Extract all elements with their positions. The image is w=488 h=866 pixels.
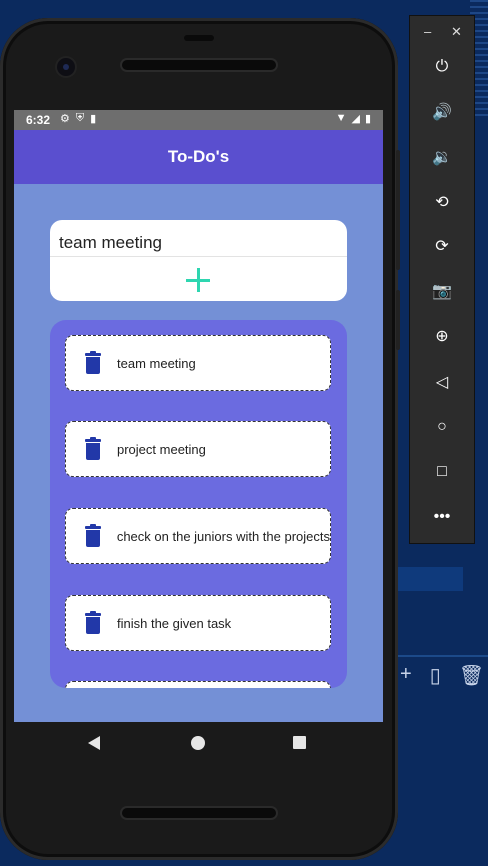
add-icon[interactable]: [186, 268, 212, 294]
home-icon[interactable]: ○: [410, 411, 474, 443]
todo-item[interactable]: team meeting: [65, 335, 331, 391]
input-divider: [50, 256, 347, 257]
phone-bottom-speaker: [122, 808, 276, 818]
app-bar: To-Do's: [14, 130, 383, 184]
todo-item-partial[interactable]: [65, 681, 331, 688]
todo-item[interactable]: check on the juniors with the projects: [65, 508, 331, 564]
volume-up-icon[interactable]: 🔊: [410, 96, 474, 128]
phone-top-speaker: [122, 60, 276, 70]
android-nav-bar: [14, 722, 383, 766]
phone-notch: [184, 35, 214, 41]
nav-back-icon[interactable]: [88, 736, 100, 750]
trash-icon[interactable]: [85, 611, 101, 634]
front-camera: [57, 58, 75, 76]
todo-item[interactable]: finish the given task: [65, 595, 331, 651]
desktop-icon-row: + ▯ 🗑: [400, 663, 484, 688]
back-icon[interactable]: ◁: [410, 366, 474, 398]
signal-icon: ◢: [351, 113, 360, 125]
zoom-icon[interactable]: ⊕: [410, 320, 474, 352]
plus-icon[interactable]: +: [400, 663, 412, 688]
volume-down-icon[interactable]: 🔉: [410, 141, 474, 173]
close-icon[interactable]: ✕: [451, 24, 462, 40]
sd-card-icon: ▮: [90, 113, 97, 125]
desktop-selection-bar: [395, 567, 463, 591]
status-bar: 6:32 ⚙ ⛨ ▮ ▼ ◢ ▮: [14, 110, 383, 130]
nav-home-icon[interactable]: [191, 736, 205, 750]
split-view-icon[interactable]: ▯: [430, 663, 441, 688]
rotate-left-icon[interactable]: ⟲: [410, 186, 474, 218]
trash-icon[interactable]: [85, 524, 101, 547]
emulator-toolbar: – ✕ ⏻ 🔊 🔉 ⟲ ⟳ 📷 ⊕ ◁ ○ □ •••: [409, 15, 475, 544]
more-icon[interactable]: •••: [410, 501, 474, 533]
todo-item[interactable]: project meeting: [65, 421, 331, 477]
shield-icon: ⛨: [75, 112, 85, 124]
trash-icon[interactable]: [85, 437, 101, 460]
phone-side-button-2: [396, 290, 400, 350]
desktop-divider: [395, 655, 488, 657]
camera-icon[interactable]: 📷: [410, 275, 474, 307]
app-title: To-Do's: [167, 147, 230, 166]
battery-icon: ▮: [364, 113, 371, 125]
overview-icon[interactable]: □: [410, 456, 474, 488]
todo-input[interactable]: [57, 228, 345, 258]
todo-list-panel[interactable]: team meeting project meeting check on th…: [50, 320, 347, 688]
power-icon[interactable]: ⏻: [410, 51, 474, 83]
status-time: 6:32: [26, 113, 51, 127]
trash-icon[interactable]: 🗑: [459, 663, 484, 688]
todo-text: project meeting: [117, 441, 206, 457]
gear-icon: ⚙: [60, 113, 70, 125]
new-todo-card: [50, 220, 347, 301]
nav-overview-icon[interactable]: [293, 736, 306, 749]
todo-text: finish the given task: [117, 615, 232, 631]
trash-icon[interactable]: [85, 351, 101, 374]
phone-side-button: [396, 150, 400, 270]
wifi-icon: ▼: [335, 112, 347, 124]
minimize-icon[interactable]: –: [424, 24, 431, 39]
app-screen: 6:32 ⚙ ⛨ ▮ ▼ ◢ ▮ To-Do's team meeting pr…: [14, 110, 383, 722]
rotate-right-icon[interactable]: ⟳: [410, 230, 474, 262]
todo-text: team meeting: [117, 355, 196, 371]
todo-text: check on the juniors with the projects: [116, 528, 330, 544]
